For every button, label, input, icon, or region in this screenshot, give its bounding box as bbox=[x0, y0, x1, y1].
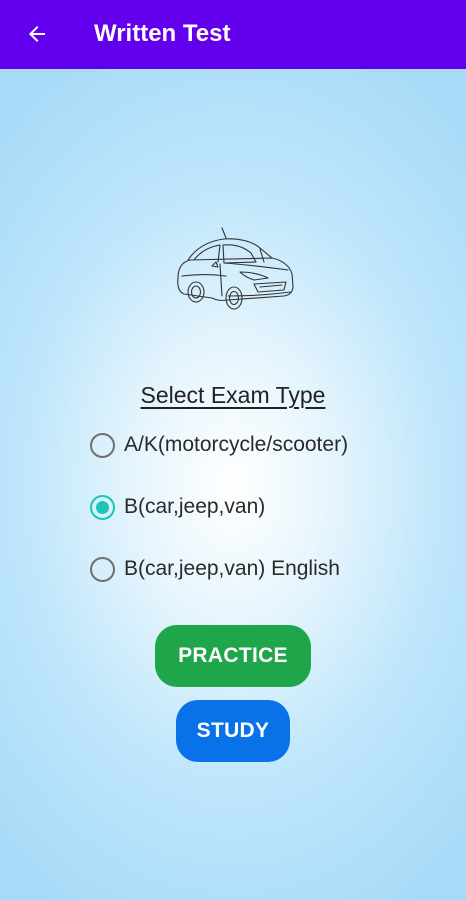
study-button[interactable]: STUDY bbox=[176, 700, 290, 762]
radio-label: B(car,jeep,van) bbox=[124, 495, 266, 518]
car-icon bbox=[177, 227, 294, 310]
arrow-left-icon bbox=[29, 26, 45, 42]
radio-option-motorcycle[interactable]: A/K(motorcycle/scooter) bbox=[90, 430, 348, 460]
practice-button[interactable]: PRACTICE bbox=[155, 625, 311, 687]
radio-label: B(car,jeep,van) English bbox=[124, 557, 340, 580]
app-bar: Written Test bbox=[0, 0, 466, 69]
radio-label: A/K(motorcycle/scooter) bbox=[124, 433, 349, 456]
radio-option-car[interactable]: B(car,jeep,van) bbox=[90, 492, 265, 522]
back-button[interactable] bbox=[22, 19, 52, 49]
page-title: Written Test bbox=[94, 20, 231, 47]
radio-button-unselected-icon[interactable] bbox=[90, 556, 115, 582]
radio-button-unselected-icon[interactable] bbox=[90, 432, 115, 458]
radio-option-car-english[interactable]: B(car,jeep,van) English bbox=[90, 554, 340, 584]
radio-button-selected-icon[interactable] bbox=[90, 494, 115, 520]
exam-type-heading: Select Exam Type bbox=[140, 382, 326, 408]
